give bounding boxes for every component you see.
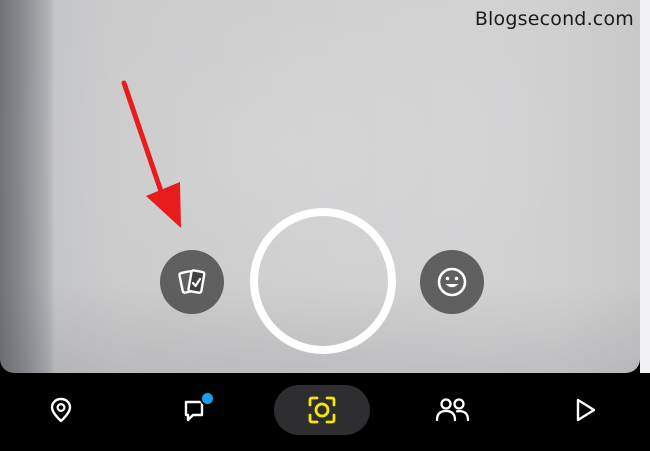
smiley-lens-icon xyxy=(437,267,467,297)
shutter-button[interactable] xyxy=(250,208,396,354)
memories-button[interactable] xyxy=(160,250,224,314)
watermark-text: Blogsecond.com xyxy=(474,8,634,30)
lenses-button[interactable] xyxy=(420,250,484,314)
memories-cards-icon xyxy=(178,269,206,294)
snapchat-camera-screen: Blogsecond.com xyxy=(0,0,650,451)
